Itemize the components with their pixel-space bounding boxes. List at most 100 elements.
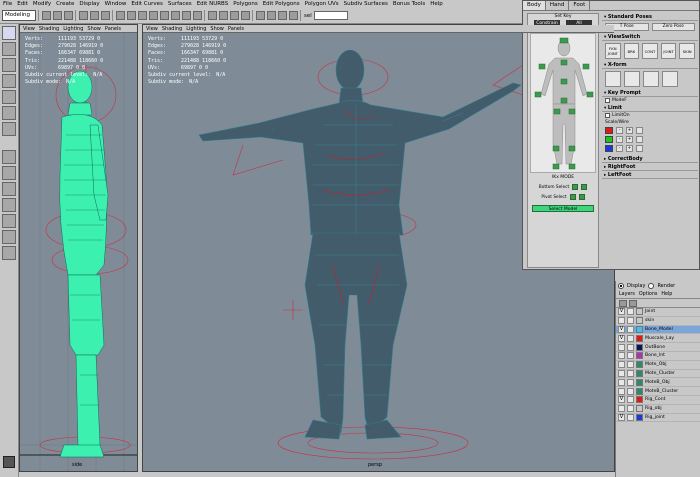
select-hierarchy-icon[interactable] bbox=[79, 11, 88, 20]
menu-edit[interactable]: Edit bbox=[17, 0, 28, 8]
layout-persp-graph-icon[interactable] bbox=[2, 214, 16, 228]
color-plus-button[interactable]: + bbox=[626, 145, 633, 152]
standard-poses-header[interactable]: Standard Poses bbox=[602, 13, 698, 21]
modef-checkbox[interactable]: ModeF bbox=[602, 97, 698, 104]
layer-color-swatch[interactable] bbox=[636, 405, 643, 413]
mask-misc-icon[interactable] bbox=[193, 11, 202, 20]
layer-visibility-toggle[interactable]: V bbox=[618, 396, 625, 404]
pivot-select-left-button[interactable] bbox=[569, 194, 576, 200]
layer-display-type-toggle[interactable] bbox=[627, 352, 634, 360]
right-foot-header[interactable]: RightFoot bbox=[602, 163, 698, 171]
layer-row[interactable]: V Bone_Model bbox=[616, 325, 700, 335]
menu-modify[interactable]: Modify bbox=[33, 0, 51, 8]
menu-window[interactable]: Window bbox=[105, 0, 127, 8]
display-radio[interactable] bbox=[618, 283, 624, 289]
mask-dynamic-icon[interactable] bbox=[171, 11, 180, 20]
layer-color-swatch[interactable] bbox=[636, 343, 643, 351]
layer-display-type-toggle[interactable] bbox=[627, 369, 634, 377]
layout-single-icon[interactable] bbox=[2, 150, 16, 164]
layer-display-type-toggle[interactable] bbox=[627, 405, 634, 413]
new-scene-icon[interactable] bbox=[42, 11, 51, 20]
color-minus-button[interactable]: - bbox=[616, 127, 623, 134]
color-reset-button[interactable] bbox=[636, 127, 643, 134]
layer-visibility-toggle[interactable] bbox=[618, 387, 625, 395]
pivot-select-right-button[interactable] bbox=[578, 194, 585, 200]
rotate-tool-icon[interactable] bbox=[2, 74, 16, 88]
bottom-select-right-button[interactable] bbox=[581, 184, 588, 190]
view-skin-button[interactable]: SKIN bbox=[679, 43, 695, 59]
menu-surfaces[interactable]: Surfaces bbox=[168, 0, 192, 8]
left-foot-header[interactable]: LeftFoot bbox=[602, 171, 698, 179]
scale-tool-icon[interactable] bbox=[2, 90, 16, 104]
side-menu-shading[interactable]: Shading bbox=[39, 26, 59, 32]
layer-visibility-toggle[interactable] bbox=[618, 352, 625, 360]
layer-menu-layers[interactable]: Layers bbox=[619, 292, 635, 297]
layer-display-type-toggle[interactable] bbox=[627, 317, 634, 325]
layer-visibility-toggle[interactable]: V bbox=[618, 334, 625, 342]
menu-edit-nurbs[interactable]: Edit NURBS bbox=[197, 0, 229, 8]
color-plus-button[interactable]: + bbox=[626, 127, 633, 134]
layout-outliner-icon[interactable] bbox=[2, 246, 16, 260]
side-menu-view[interactable]: View bbox=[23, 26, 35, 32]
tab-body[interactable]: Body bbox=[523, 1, 546, 10]
persp-menu-shading[interactable]: Shading bbox=[162, 26, 182, 32]
layout-two-icon[interactable] bbox=[2, 182, 16, 196]
layer-color-swatch[interactable] bbox=[636, 396, 643, 404]
layer-row[interactable]: MoteB_Obj bbox=[616, 378, 700, 388]
menu-file[interactable]: File bbox=[3, 0, 12, 8]
mask-render-icon[interactable] bbox=[182, 11, 191, 20]
layer-row[interactable]: V Joint bbox=[616, 308, 700, 317]
menu-polygons[interactable]: Polygons bbox=[233, 0, 257, 8]
layer-row[interactable]: V Muscale_Lay bbox=[616, 334, 700, 344]
layer-row[interactable]: Rig_obj bbox=[616, 405, 700, 414]
xform-rotate-icon[interactable] bbox=[624, 71, 640, 87]
layer-color-swatch[interactable] bbox=[636, 352, 643, 360]
save-scene-icon[interactable] bbox=[64, 11, 73, 20]
snap-curve-icon[interactable] bbox=[219, 11, 228, 20]
menu-create[interactable]: Create bbox=[56, 0, 74, 8]
layer-visibility-toggle[interactable]: V bbox=[618, 308, 625, 316]
layer-display-type-toggle[interactable] bbox=[627, 325, 634, 333]
layer-display-type-toggle[interactable] bbox=[627, 334, 634, 342]
layer-visibility-toggle[interactable]: V bbox=[618, 325, 625, 333]
layer-row[interactable]: OutBone bbox=[616, 343, 700, 352]
layer-visibility-toggle[interactable] bbox=[618, 317, 625, 325]
last-tool-icon[interactable] bbox=[2, 122, 16, 136]
layer-color-swatch[interactable] bbox=[636, 325, 643, 333]
mask-curve-icon[interactable] bbox=[138, 11, 147, 20]
select-model-button[interactable]: Select Model bbox=[532, 205, 594, 212]
view-cont-button[interactable]: CONT bbox=[642, 43, 658, 59]
ipr-render-icon[interactable] bbox=[278, 11, 287, 20]
layer-visibility-toggle[interactable] bbox=[618, 378, 625, 386]
side-viewport[interactable]: View Shading Lighting Show Panels Verts: 1111… bbox=[19, 24, 138, 472]
limit-header[interactable]: Limit bbox=[602, 104, 698, 112]
layer-row[interactable]: V Rig_Cont bbox=[616, 396, 700, 405]
layer-color-swatch[interactable] bbox=[636, 308, 643, 316]
layer-visibility-toggle[interactable] bbox=[618, 343, 625, 351]
new-layer-icon[interactable] bbox=[619, 299, 627, 307]
mode-select[interactable]: Modeling bbox=[2, 10, 36, 21]
layer-color-swatch[interactable] bbox=[636, 413, 643, 421]
render-globals-icon[interactable] bbox=[289, 11, 298, 20]
layer-color-swatch[interactable] bbox=[636, 387, 643, 395]
select-tool-icon[interactable] bbox=[2, 26, 16, 40]
zero-pose-button[interactable]: Zero Pose bbox=[651, 23, 695, 31]
layout-hypershade-icon[interactable] bbox=[2, 230, 16, 244]
layer-row[interactable]: skin bbox=[616, 317, 700, 326]
menu-bonus-tools[interactable]: Bonus Tools bbox=[393, 0, 425, 8]
move-tool-icon[interactable] bbox=[2, 58, 16, 72]
quick-select-field[interactable] bbox=[313, 11, 348, 20]
correct-body-header[interactable]: CorrectBody bbox=[602, 155, 698, 163]
xform-move-icon[interactable] bbox=[605, 71, 621, 87]
view-switch-header[interactable]: ViewSwitch bbox=[602, 33, 698, 41]
limit-on-checkbox[interactable]: LimitOn bbox=[602, 112, 698, 119]
mask-surface-icon[interactable] bbox=[149, 11, 158, 20]
manipulator-tool-icon[interactable] bbox=[2, 106, 16, 120]
layer-menu-options[interactable]: Options bbox=[639, 292, 658, 297]
layer-color-swatch[interactable] bbox=[636, 361, 643, 369]
layer-color-swatch[interactable] bbox=[636, 317, 643, 325]
render-frame-icon[interactable] bbox=[267, 11, 276, 20]
open-scene-icon[interactable] bbox=[53, 11, 62, 20]
persp-menu-show[interactable]: Show bbox=[210, 26, 224, 32]
tab-foot[interactable]: Foot bbox=[569, 1, 591, 10]
